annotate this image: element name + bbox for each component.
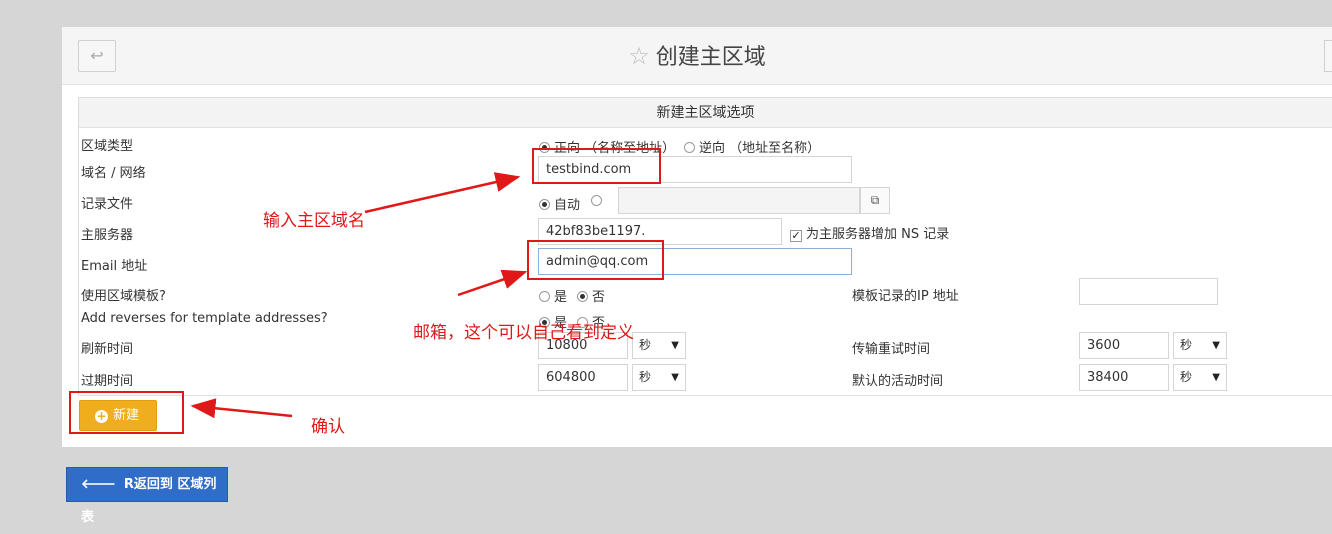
annotation-arrows	[190, 172, 528, 419]
email-arrow	[457, 269, 528, 297]
confirm-arrow	[190, 398, 293, 419]
domain-arrow	[364, 172, 521, 214]
